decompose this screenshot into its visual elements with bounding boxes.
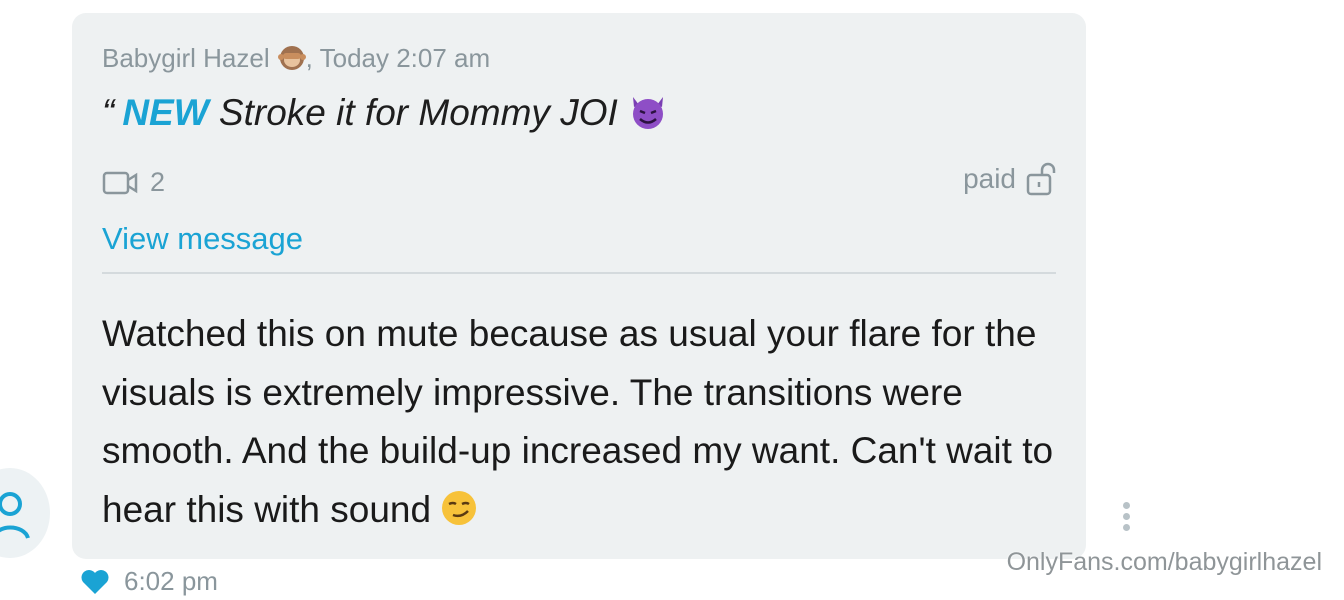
dot: [1122, 524, 1130, 531]
view-message-link[interactable]: View message: [102, 221, 303, 257]
heart-icon[interactable]: [80, 569, 110, 595]
timestamp: , Today 2:07 am: [305, 43, 491, 73]
post-title: Stroke it for Mommy JOI: [208, 92, 618, 133]
user-icon: [0, 492, 30, 539]
divider: [102, 272, 1056, 274]
message-bubble: Babygirl Hazel , Today 2:07 am “NEW Stro…: [72, 13, 1086, 559]
message-time: 6:02 pm: [124, 566, 218, 596]
quoted-post-title: “NEW Stroke it for Mommy JOI: [102, 91, 668, 134]
open-quote: “: [102, 92, 115, 133]
see-no-evil-monkey-icon: [277, 46, 306, 70]
vertical-dots-icon: [1122, 502, 1130, 509]
smirking-face-icon: [442, 490, 477, 525]
quote-header: Babygirl Hazel , Today 2:07 am: [102, 43, 490, 74]
video-camera-icon: [102, 171, 138, 194]
new-label: NEW: [122, 92, 209, 133]
smiling-devil-icon: [632, 97, 663, 129]
message-footer: 6:02 pm: [80, 566, 218, 597]
media-count: 2: [102, 167, 165, 198]
unlock-icon: [1026, 162, 1056, 196]
more-options-button[interactable]: [1114, 500, 1138, 532]
media-count-value: 2: [150, 167, 166, 197]
avatar[interactable]: [0, 468, 50, 558]
message-text: Watched this on mute because as usual yo…: [102, 313, 1054, 530]
paid-status: paid: [963, 161, 1056, 197]
paid-label: paid: [963, 163, 1016, 194]
dot: [1122, 513, 1130, 520]
message-body: Watched this on mute because as usual yo…: [102, 305, 1062, 539]
watermark: OnlyFans.com/babygirlhazel: [1006, 548, 1322, 576]
author-name: Babygirl Hazel: [102, 43, 270, 73]
